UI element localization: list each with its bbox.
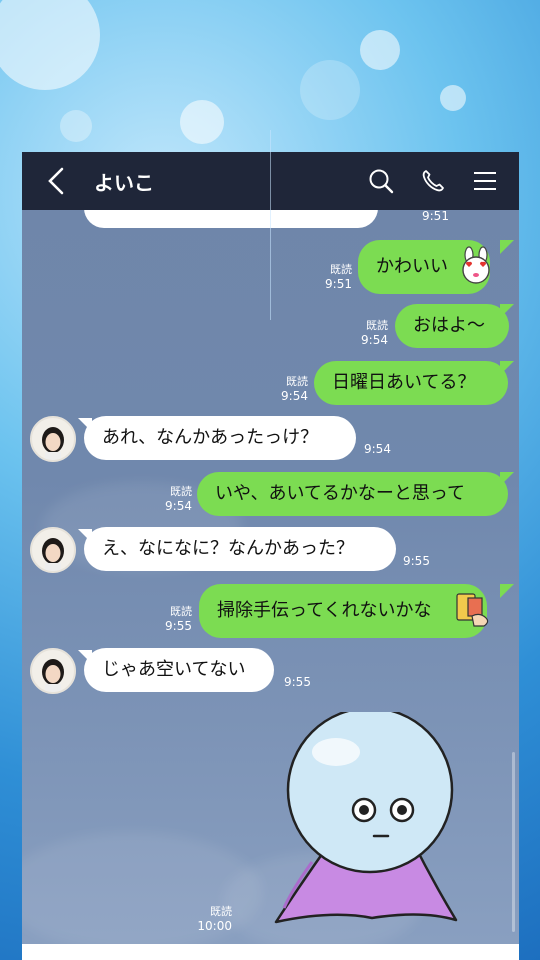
bubble-tail — [500, 584, 514, 598]
bubble-tail — [500, 240, 514, 254]
message-time: 9:55 — [403, 554, 430, 568]
message-text: 日曜日あいてる？ — [332, 372, 476, 393]
message-bubble-outgoing[interactable]: 日曜日あいてる？ — [314, 361, 508, 405]
cleaning-hand-icon — [456, 593, 489, 627]
message-bubble-outgoing[interactable]: 掃除手伝ってくれないかな — [199, 584, 487, 638]
guide-line — [270, 130, 271, 320]
message-bubble-outgoing[interactable]: おはよ〜 — [395, 304, 509, 348]
message-time: 9:54 — [281, 389, 308, 403]
contact-avatar[interactable] — [30, 527, 76, 573]
message-time: 9:54 — [165, 499, 192, 513]
chevron-left-icon — [48, 167, 64, 195]
message-time: 9:55 — [284, 675, 311, 689]
message-text: あれ、なんかあったっけ？ — [102, 427, 319, 448]
message-meta: 既読 9:55 — [158, 604, 192, 634]
message-text: 掃除手伝ってくれないかな — [217, 600, 432, 621]
bokeh-circle — [440, 85, 466, 111]
message-meta: 既読 9:54 — [158, 484, 192, 514]
back-button[interactable] — [36, 152, 76, 210]
read-receipt: 既読 — [170, 485, 192, 498]
contact-photo-icon — [42, 538, 64, 571]
message-text: おはよ〜 — [413, 315, 485, 336]
bokeh-circle — [300, 60, 360, 120]
round-ghost-character-sticker[interactable] — [272, 712, 472, 932]
bokeh-circle — [60, 110, 92, 142]
input-bar-edge — [22, 944, 519, 960]
message-time: 9:51 — [422, 209, 449, 223]
contact-photo-icon — [42, 427, 64, 460]
bubble-tail — [500, 472, 514, 486]
read-receipt: 既読 — [366, 319, 388, 332]
phone-icon — [422, 170, 444, 192]
bokeh-circle — [0, 0, 100, 90]
message-bubble-incoming[interactable]: じゃあ空いてない — [84, 648, 274, 692]
message-bubble-outgoing[interactable]: いや、あいてるかなーと思って — [197, 472, 508, 516]
message-meta: 既読 9:54 — [274, 374, 308, 404]
read-receipt: 既読 — [286, 375, 308, 388]
search-icon — [369, 169, 394, 194]
read-receipt: 既読 — [170, 605, 192, 618]
message-text: じゃあ空いてない — [102, 659, 246, 680]
bokeh-circle — [180, 100, 224, 144]
message-bubble-incoming[interactable]: え、なになに？なんかあった？ — [84, 527, 396, 571]
search-button[interactable] — [359, 152, 403, 210]
menu-button[interactable] — [463, 152, 507, 210]
read-receipt: 既読 — [210, 905, 232, 918]
message-time: 9:51 — [325, 277, 352, 291]
contact-photo-icon — [42, 659, 64, 692]
call-button[interactable] — [411, 152, 455, 210]
bunny-heart-eyes-icon — [462, 246, 490, 284]
message-time: 9:54 — [364, 442, 391, 456]
bokeh-circle — [360, 30, 400, 70]
contact-avatar[interactable] — [30, 648, 76, 694]
message-time: 9:55 — [165, 619, 192, 633]
menu-icon — [474, 172, 496, 190]
scrollbar[interactable] — [512, 752, 515, 932]
message-bubble-incoming[interactable]: あれ、なんかあったっけ？ — [84, 416, 356, 460]
message-text: え、なになに？なんかあった？ — [102, 538, 354, 559]
bubble-tail — [500, 361, 514, 375]
message-time: 10:00 — [197, 919, 232, 933]
message-text: かわいい — [376, 256, 448, 277]
chat-title: よいこ — [94, 170, 154, 195]
message-meta: 既読 9:54 — [354, 318, 388, 348]
read-receipt: 既読 — [330, 263, 352, 276]
contact-avatar[interactable] — [30, 416, 76, 462]
message-text: いや、あいてるかなーと思って — [215, 483, 466, 504]
message-meta: 既読 9:51 — [318, 262, 352, 292]
message-time: 9:54 — [361, 333, 388, 347]
message-meta: 既読 10:00 — [192, 904, 232, 934]
